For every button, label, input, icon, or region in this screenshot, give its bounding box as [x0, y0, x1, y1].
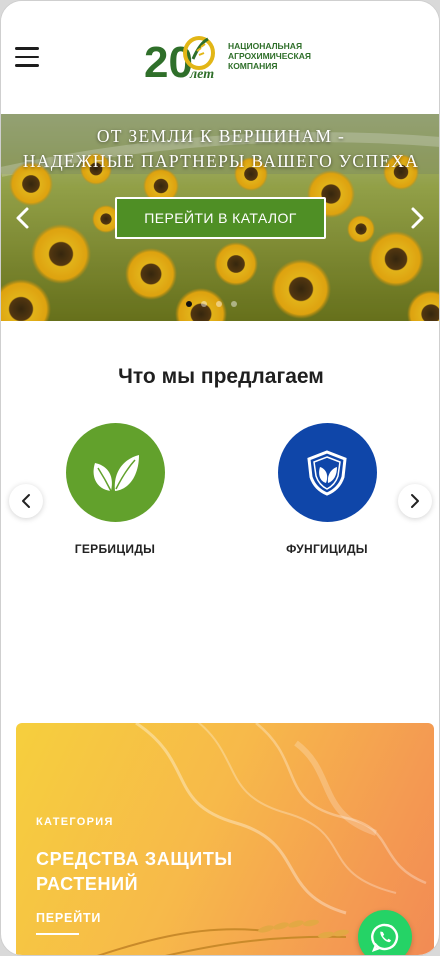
- banner-title: ОТ ЗЕМЛИ К ВЕРШИНАМ - НАДЕЖНЫЕ ПАРТНЕРЫ …: [1, 124, 439, 174]
- banner-title-line: НАДЕЖНЫЕ ПАРТНЕРЫ ВАШЕГО УСПЕХА: [22, 151, 420, 171]
- chevron-right-icon: [411, 494, 419, 508]
- shield-leaf-icon: [307, 449, 347, 496]
- section-title: Что мы предлагаем: [118, 365, 324, 388]
- company-logo[interactable]: 20 лет НАЦИОНАЛЬНАЯ АГРОХИМИЧЕСКАЯ КОМПА…: [144, 29, 311, 87]
- offer-icon-circle: [65, 423, 165, 522]
- logo-text-line: АГРОХИМИЧЕСКАЯ: [228, 51, 311, 61]
- offer-icon-circle: [277, 423, 377, 522]
- logo-text-line: КОМПАНИЯ: [228, 61, 278, 71]
- phone-screen: 20 лет НАЦИОНАЛЬНАЯ АГРОХИМИЧЕСКАЯ КОМПА…: [0, 0, 440, 956]
- leaves-icon: [93, 454, 139, 491]
- chevron-left-icon: [22, 494, 30, 508]
- slider-dot[interactable]: [201, 301, 207, 307]
- logo-text: НАЦИОНАЛЬНАЯ АГРОХИМИЧЕСКАЯ КОМПАНИЯ: [228, 41, 311, 71]
- slider-dot[interactable]: [216, 301, 222, 307]
- offer-item-herbicides[interactable]: ГЕРБИЦИДЫ: [35, 423, 195, 556]
- offer-label: ГЕРБИЦИДЫ: [74, 542, 156, 556]
- logo-text-line: НАЦИОНАЛЬНАЯ: [228, 41, 303, 51]
- hero-banner[interactable]: ОТ ЗЕМЛИ К ВЕРШИНАМ - НАДЕЖНЫЕ ПАРТНЕРЫ …: [1, 114, 439, 321]
- logo-emblem-icon: 20 лет: [144, 36, 215, 87]
- card-link-underline: [36, 933, 79, 935]
- chevron-right-icon[interactable]: [407, 206, 427, 230]
- hamburger-menu-icon[interactable]: [15, 47, 39, 67]
- carousel-next-button[interactable]: [398, 484, 432, 518]
- whatsapp-button[interactable]: [358, 910, 412, 955]
- card-kicker: КАТЕГОРИЯ: [36, 816, 114, 828]
- card-title: СРЕДСТВА ЗАЩИТЫ РАСТЕНИЙ: [36, 849, 233, 894]
- slider-dot[interactable]: [186, 301, 192, 307]
- banner-title-line: ОТ ЗЕМЛИ К ВЕРШИНАМ -: [96, 126, 346, 146]
- card-go-link[interactable]: ПЕРЕЙТИ: [36, 911, 101, 925]
- whatsapp-icon: [371, 923, 399, 953]
- catalog-button[interactable]: ПЕРЕЙТИ В КАТАЛОГ: [115, 197, 326, 239]
- logo-years: лет: [189, 67, 214, 82]
- offer-item-fungicides[interactable]: ФУНГИЦИДЫ: [247, 423, 407, 556]
- slider-dot[interactable]: [231, 301, 237, 307]
- offer-label: ФУНГИЦИДЫ: [286, 542, 368, 556]
- slider-dots: [186, 301, 237, 307]
- header: 20 лет НАЦИОНАЛЬНАЯ АГРОХИМИЧЕСКАЯ КОМПА…: [1, 1, 439, 114]
- chevron-left-icon[interactable]: [13, 206, 33, 230]
